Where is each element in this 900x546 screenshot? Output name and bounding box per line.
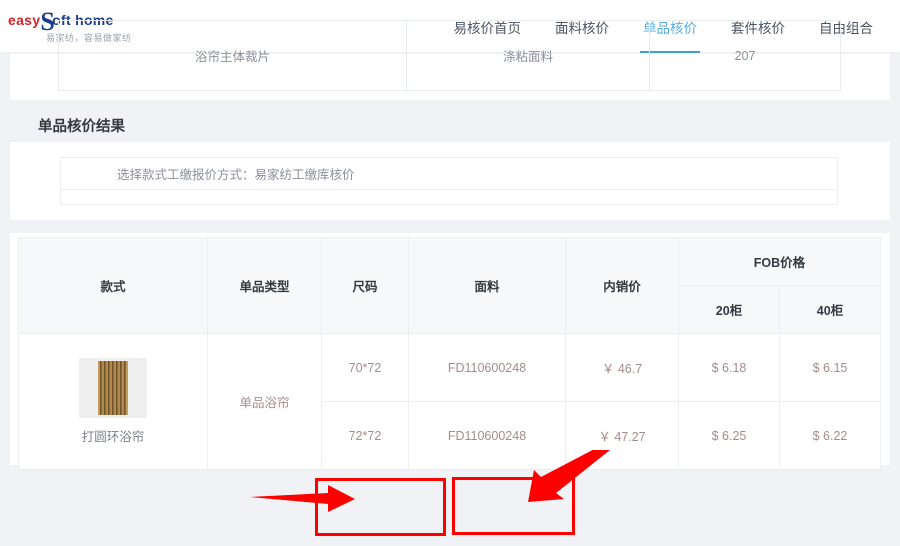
row-0-fabric-cell: FD110600248 — [408, 333, 566, 402]
row-0-domestic-price-cell: ￥ 46.7 — [565, 333, 679, 402]
cutpiece-value-cell: 207 — [649, 20, 841, 91]
table-header-row-1: 款式 单品类型 尺码 面料 内销价 FOB价格 — [18, 237, 881, 334]
brand-logo-easy: easy — [8, 12, 41, 28]
cutpiece-table: 浴帘主体裁片 涤粘面料 207 — [58, 20, 841, 91]
table-row: 浴帘主体裁片 涤粘面料 207 — [58, 20, 841, 91]
pricing-method-card: 选择款式工缴报价方式：易家纺工缴库核价 — [10, 142, 890, 220]
th-size: 尺码 — [321, 237, 409, 334]
product-style-cell[interactable]: 打圆环浴帘 — [18, 333, 208, 470]
upper-cutpiece-card: 浴帘主体裁片 涤粘面料 207 — [10, 20, 890, 100]
row-1-fabric-cell: FD110600248 — [408, 401, 566, 470]
th-fabric: 面料 — [408, 237, 566, 334]
page-root: easySoft home 易家纺，容易做家纺 易核价首页 面料核价 单品核价 … — [0, 0, 900, 546]
row-0-fob-40-cell: $ 6.15 — [779, 333, 881, 402]
cutpiece-fabric-cell: 涤粘面料 — [406, 20, 650, 91]
row-0-size-cell: 70*72 — [321, 333, 409, 402]
pricing-result-card: 款式 单品类型 尺码 面料 内销价 FOB价格 20柜 40柜 打圆环浴帘 单品… — [10, 233, 890, 470]
th-fob-group: FOB价格 — [678, 237, 881, 286]
action-button-bar: 修改 收藏核价结果 — [0, 470, 900, 546]
pricing-result-thead: 款式 单品类型 尺码 面料 内销价 FOB价格 20柜 40柜 — [18, 237, 881, 334]
th-item-type: 单品类型 — [207, 237, 322, 334]
row-0-fob-20-cell: $ 6.18 — [678, 333, 780, 402]
pricing-result-tbody: 打圆环浴帘 单品浴帘 70*72 FD110600248 ￥ 46.7 $ 6.… — [18, 333, 881, 470]
row-1-domestic-price-cell: ￥ 47.27 — [565, 401, 679, 470]
shower-curtain-thumbnail-icon[interactable] — [79, 358, 147, 418]
th-domestic-price: 内销价 — [565, 237, 679, 334]
row-1-size-cell: 72*72 — [321, 401, 409, 470]
product-item-type-cell: 单品浴帘 — [207, 333, 322, 470]
pricing-result-table: 款式 单品类型 尺码 面料 内销价 FOB价格 20柜 40柜 打圆环浴帘 单品… — [18, 237, 881, 470]
table-row: 打圆环浴帘 单品浴帘 70*72 FD110600248 ￥ 46.7 $ 6.… — [18, 333, 881, 470]
curtain-graphic — [98, 361, 128, 415]
cutpiece-name-cell: 浴帘主体裁片 — [58, 20, 407, 91]
th-style: 款式 — [18, 237, 208, 334]
pricing-method-box: 选择款式工缴报价方式：易家纺工缴库核价 — [60, 157, 838, 205]
pricing-method-label[interactable]: 选择款式工缴报价方式：易家纺工缴库核价 — [61, 158, 837, 190]
page-title: 单品核价结果 — [38, 118, 125, 135]
th-fob-40: 40柜 — [779, 285, 881, 334]
row-1-fob-40-cell: $ 6.22 — [779, 401, 881, 470]
product-name-label: 打圆环浴帘 — [81, 430, 145, 444]
th-fob-20: 20柜 — [678, 285, 780, 334]
row-1-fob-20-cell: $ 6.25 — [678, 401, 780, 470]
pricing-method-empty-row — [61, 190, 837, 205]
